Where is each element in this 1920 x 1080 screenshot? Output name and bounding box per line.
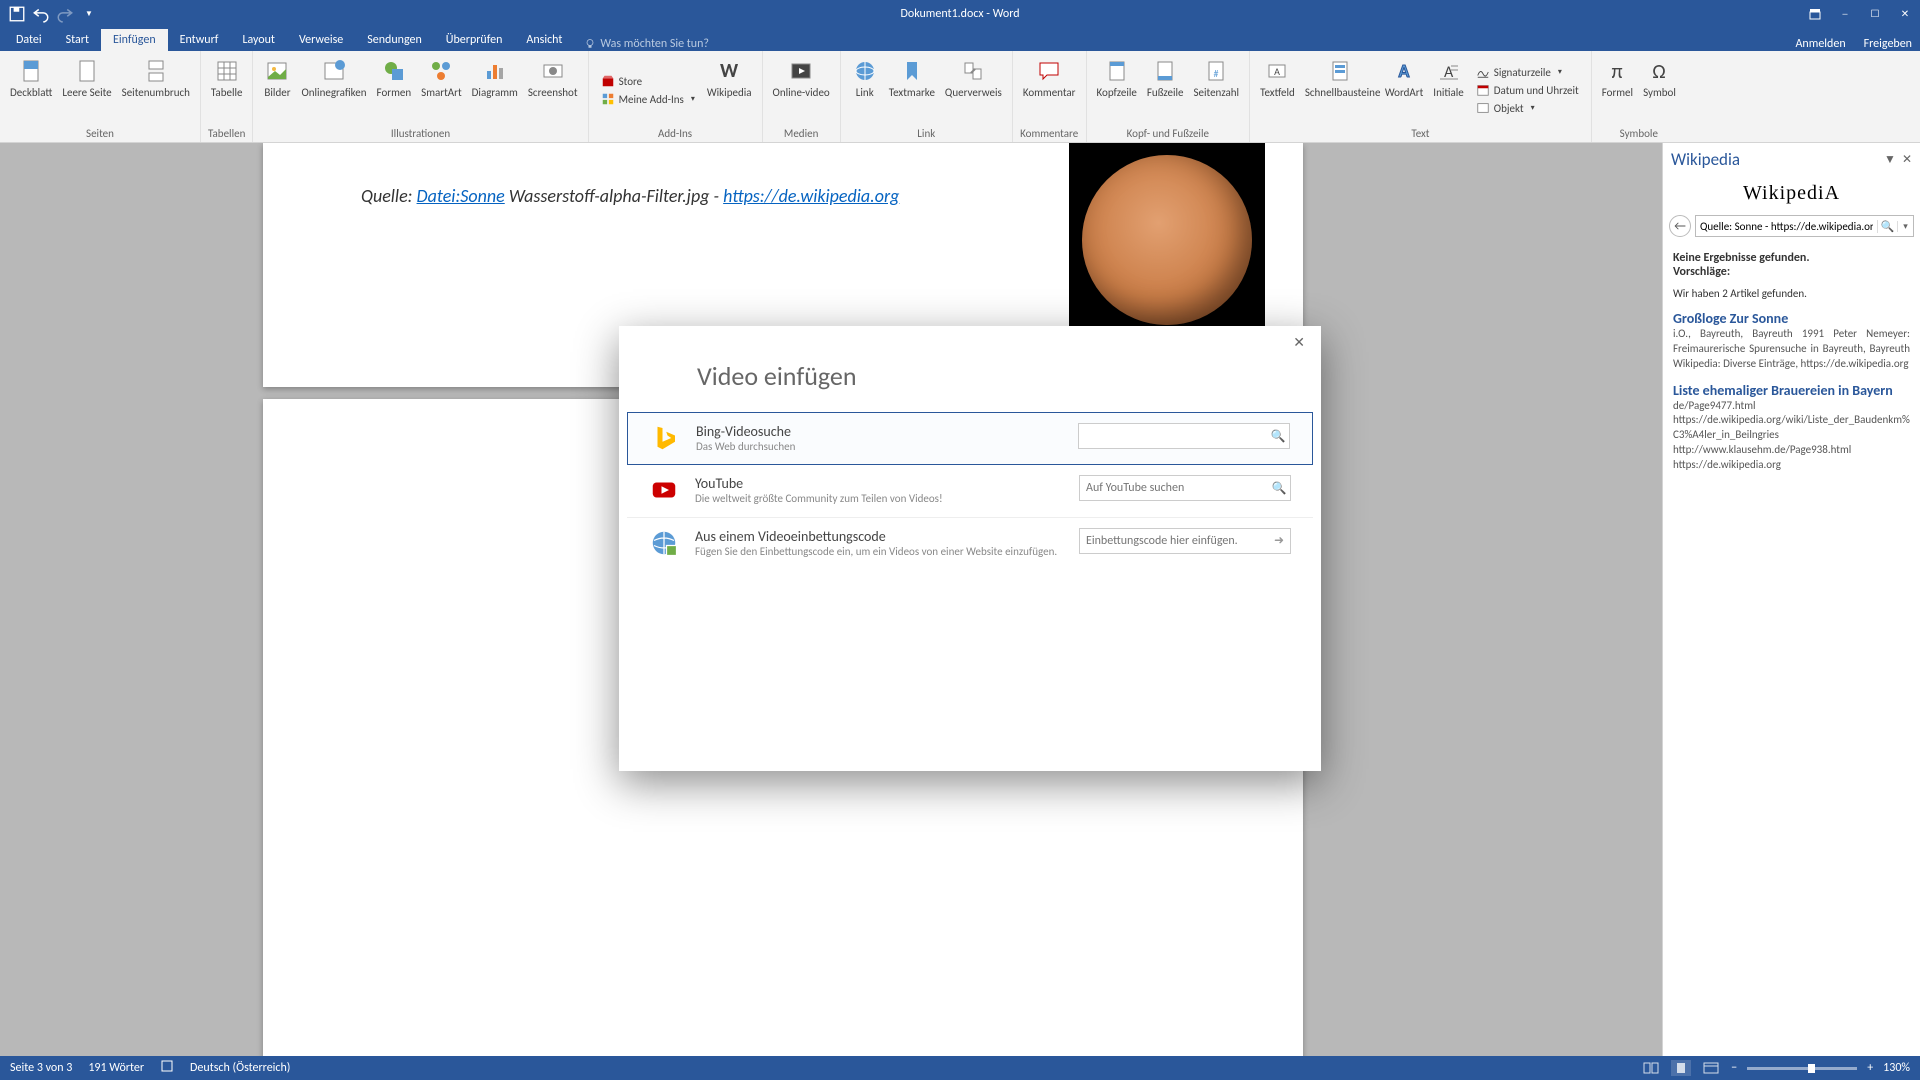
modal-overlay: ✕ Video einfügen Bing-Videosuche Das Web… <box>0 0 1920 1080</box>
zoom-level[interactable]: 130% <box>1883 1061 1910 1075</box>
embed-title: Aus einem Videoeinbettungscode <box>695 528 1063 545</box>
video-source-bing[interactable]: Bing-Videosuche Das Web durchsuchen 🔍 <box>627 412 1313 465</box>
zoom-slider[interactable] <box>1747 1067 1857 1070</box>
youtube-desc: Die weltweit größte Community zum Teilen… <box>695 492 1063 506</box>
status-bar: Seite 3 von 3 191 Wörter Deutsch (Österr… <box>0 1056 1920 1080</box>
dialog-close-icon[interactable]: ✕ <box>1287 332 1311 353</box>
youtube-search-box[interactable]: 🔍 <box>1079 475 1291 501</box>
video-source-embed[interactable]: Aus einem Videoeinbettungscode Fügen Sie… <box>627 517 1313 569</box>
bing-title: Bing-Videosuche <box>696 423 1062 440</box>
zoom-out-button[interactable]: − <box>1731 1061 1737 1075</box>
embed-submit-icon[interactable]: ➜ <box>1268 533 1290 548</box>
insert-video-dialog: ✕ Video einfügen Bing-Videosuche Das Web… <box>619 326 1321 771</box>
youtube-icon <box>649 475 679 505</box>
bing-search-icon[interactable]: 🔍 <box>1267 429 1289 444</box>
bing-icon <box>650 423 680 453</box>
embed-desc: Fügen Sie den Einbettungscode ein, um ei… <box>695 545 1063 559</box>
bing-search-input[interactable] <box>1079 429 1267 443</box>
zoom-in-button[interactable]: + <box>1867 1061 1873 1075</box>
dialog-title: Video einfügen <box>619 326 1321 412</box>
youtube-search-icon[interactable]: 🔍 <box>1268 481 1290 496</box>
web-layout-icon[interactable] <box>1701 1060 1721 1076</box>
status-page[interactable]: Seite 3 von 3 <box>10 1061 72 1075</box>
status-proofing-icon[interactable] <box>160 1059 174 1077</box>
status-language[interactable]: Deutsch (Österreich) <box>190 1061 290 1075</box>
status-word-count[interactable]: 191 Wörter <box>88 1061 144 1075</box>
print-layout-icon[interactable] <box>1671 1060 1691 1076</box>
video-source-youtube[interactable]: YouTube Die weltweit größte Community zu… <box>627 465 1313 516</box>
read-mode-icon[interactable] <box>1641 1060 1661 1076</box>
embed-icon <box>649 528 679 558</box>
embed-code-box[interactable]: ➜ <box>1079 528 1291 554</box>
embed-code-input[interactable] <box>1080 534 1268 548</box>
bing-search-box[interactable]: 🔍 <box>1078 423 1290 449</box>
bing-desc: Das Web durchsuchen <box>696 440 1062 454</box>
youtube-title: YouTube <box>695 475 1063 492</box>
youtube-search-input[interactable] <box>1080 481 1268 495</box>
